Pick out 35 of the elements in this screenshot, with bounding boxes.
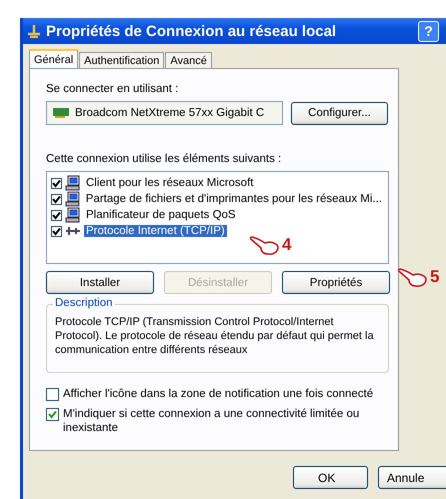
section-label: Se connecter en utilisant : bbox=[46, 83, 178, 95]
network-connection-icon bbox=[27, 24, 41, 38]
tab[interactable]: Authentification bbox=[79, 52, 164, 68]
step-number: 4 bbox=[282, 235, 292, 255]
computer-icon bbox=[65, 207, 81, 223]
option-label: M'indiquer si cette connexion a une connectivité limitée ou inexistante bbox=[63, 407, 360, 435]
configure-button[interactable]: Configurer... bbox=[291, 102, 388, 124]
list-item[interactable]: Client pour les réseaux Microsoft bbox=[84, 177, 256, 189]
pointing-hand-icon bbox=[250, 234, 280, 256]
checkbox[interactable] bbox=[51, 178, 62, 188]
action-button[interactable]: Installer bbox=[46, 271, 154, 294]
tab[interactable]: Général bbox=[29, 49, 78, 68]
section-label: Cette connexion utilise les éléments suivants : bbox=[46, 153, 282, 165]
group-title: Description bbox=[53, 297, 115, 309]
list-item[interactable]: Planificateur de paquets QoS bbox=[84, 209, 238, 221]
checkbox[interactable] bbox=[46, 388, 59, 401]
option-label: Afficher l'icône dans la zone de notification une fois connecté bbox=[63, 387, 374, 401]
description-text: Protocole TCP/IP (Transmission Control Protocol/Internet Protocol). Le protocole de réseau étendu par défaut qui permet la communication entre différents réseaux bbox=[55, 315, 375, 357]
computer-icon bbox=[65, 191, 81, 207]
action-button[interactable]: Propriétés bbox=[282, 271, 390, 294]
checkbox[interactable] bbox=[51, 226, 62, 236]
dialog-button[interactable]: Annule bbox=[378, 466, 446, 489]
list-item[interactable]: Protocole Internet (TCP/IP) bbox=[84, 225, 227, 237]
list-item[interactable]: Partage de fichiers et d'imprimantes pour les réseaux Mi... bbox=[84, 193, 384, 205]
tab[interactable]: Avancé bbox=[165, 52, 212, 68]
checkbox[interactable] bbox=[46, 408, 59, 421]
checkbox[interactable] bbox=[51, 210, 62, 220]
window-title: Propriétés de Connexion au réseau local bbox=[46, 22, 336, 40]
help-button[interactable]: ? bbox=[418, 20, 439, 42]
dialog-button[interactable]: OK bbox=[293, 466, 368, 489]
checkbox[interactable] bbox=[51, 194, 62, 204]
network-card-icon bbox=[53, 108, 69, 118]
computer-icon bbox=[65, 175, 81, 191]
step-number: 5 bbox=[430, 267, 440, 287]
adapter-name: Broadcom NetXtreme 57xx Gigabit C bbox=[75, 107, 264, 119]
